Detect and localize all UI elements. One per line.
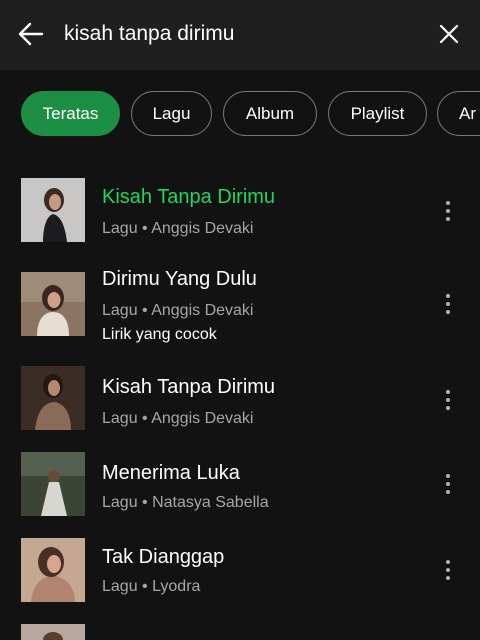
back-arrow-icon [18,22,44,46]
result-row[interactable]: Tak Dianggap Lagu • Lyodra [0,538,480,624]
result-row[interactable]: Kisah Tanpa Dirimu Lagu • Anggis Devaki [0,176,480,262]
more-options-button[interactable] [432,550,464,590]
result-row[interactable]: Kisah Tanpa Dirimu Lagu • Anggis Devaki [0,364,480,450]
close-icon [439,24,459,44]
search-input[interactable]: kisah tanpa dirimu [64,22,234,46]
search-bar: kisah tanpa dirimu [0,0,480,70]
results-list: Kisah Tanpa Dirimu Lagu • Anggis Devaki … [0,160,480,640]
result-row[interactable] [0,622,480,640]
song-title: Tak Dianggap [102,546,225,568]
chip-album[interactable]: Album [223,91,317,136]
song-title: Dirimu Yang Dulu [102,268,257,290]
chip-artis[interactable]: Ar [437,91,480,136]
album-cover [21,366,85,430]
song-meta: Lagu • Natasya Sabella [102,494,269,511]
song-title: Menerima Luka [102,462,240,484]
chip-teratas[interactable]: Teratas [21,91,120,136]
filter-chips: Teratas Lagu Album Playlist Ar [0,70,480,160]
song-title: Kisah Tanpa Dirimu [102,376,276,398]
song-title: Kisah Tanpa Dirimu [102,186,276,208]
clear-search-button[interactable] [432,17,466,51]
album-cover [21,624,85,640]
lyric-match-label: Lirik yang cocok [102,326,217,343]
album-cover [21,538,85,602]
more-options-button[interactable] [432,191,464,231]
album-cover [21,272,85,336]
song-meta: Lagu • Anggis Devaki [102,220,254,237]
more-options-button[interactable] [432,380,464,420]
back-button[interactable] [14,17,48,51]
more-options-button[interactable] [432,464,464,504]
chip-playlist[interactable]: Playlist [328,91,427,136]
chip-lagu[interactable]: Lagu [131,91,212,136]
album-cover [21,452,85,516]
song-meta: Lagu • Anggis Devaki [102,302,254,319]
more-options-button[interactable] [432,284,464,324]
song-meta: Lagu • Lyodra [102,578,201,595]
song-meta: Lagu • Anggis Devaki [102,410,254,427]
result-row[interactable]: Menerima Luka Lagu • Natasya Sabella [0,452,480,538]
result-row[interactable]: Dirimu Yang Dulu Lagu • Anggis Devaki Li… [0,264,480,360]
album-cover [21,178,85,242]
